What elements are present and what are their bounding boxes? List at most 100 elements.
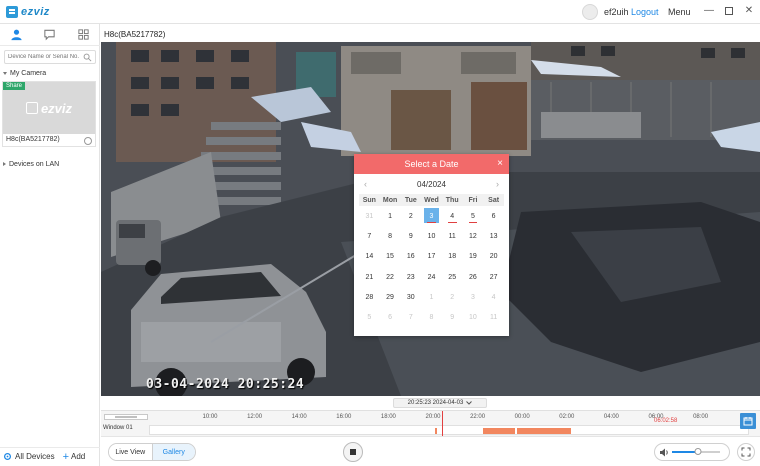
current-time-chip[interactable]: 20:25:23 2024-04-03	[393, 398, 487, 408]
ezviz-logo: ezviz	[6, 5, 50, 19]
calendar-day[interactable]: 11	[483, 307, 504, 327]
calendar-day-number: 7	[408, 314, 413, 322]
menu-button[interactable]: Menu	[668, 7, 691, 17]
calendar-day-number: 17	[427, 253, 436, 261]
recording-segment[interactable]	[435, 428, 437, 434]
tab-grid[interactable]	[67, 24, 100, 45]
minimize-icon[interactable]: —	[702, 4, 716, 18]
calendar-day[interactable]: 11	[442, 226, 463, 246]
recording-segment[interactable]	[517, 428, 571, 434]
calendar-day-number: 4	[491, 293, 496, 301]
calendar-day-selected[interactable]: 3	[421, 206, 442, 226]
calendar-day[interactable]: 6	[380, 307, 401, 327]
calendar-day[interactable]: 12	[463, 226, 484, 246]
live-view-button[interactable]: Live View	[109, 444, 152, 460]
clock-icon[interactable]	[84, 137, 92, 145]
calendar-day[interactable]: 4	[442, 206, 463, 226]
calendar-day[interactable]: 8	[380, 226, 401, 246]
calendar-grid: Sun Mon Tue Wed Thu Fri Sat 31 1 2 3 4 5 6 7 8 9 10 11 12 13…	[359, 194, 504, 328]
calendar-day[interactable]: 2	[442, 287, 463, 307]
calendar-day[interactable]: 22	[380, 267, 401, 287]
calendar-day[interactable]: 13	[483, 226, 504, 246]
timeline-tick-label: 10:00	[202, 414, 218, 420]
group-my-camera[interactable]: My Camera	[0, 67, 100, 79]
close-icon[interactable]: ✕	[742, 4, 756, 18]
camera-card[interactable]: ezviz Share H8c(BA5217782)	[2, 81, 96, 147]
calendar-day[interactable]: 9	[442, 307, 463, 327]
maximize-icon[interactable]	[722, 4, 736, 18]
calendar-day[interactable]: 21	[359, 267, 380, 287]
calendar-day[interactable]: 5	[359, 307, 380, 327]
close-icon[interactable]: ×	[497, 158, 503, 169]
calendar-day[interactable]: 31	[359, 206, 380, 226]
fullscreen-button[interactable]	[737, 443, 755, 461]
search-input[interactable]	[5, 54, 83, 60]
calendar-day-number: 30	[406, 293, 415, 301]
calendar-day[interactable]: 30	[400, 287, 421, 307]
calendar-day[interactable]: 2	[400, 206, 421, 226]
calendar-day-number: 14	[365, 253, 374, 261]
calendar-day[interactable]: 25	[442, 267, 463, 287]
calendar-day[interactable]: 15	[380, 247, 401, 267]
calendar-day[interactable]: 16	[400, 247, 421, 267]
playback-timeline[interactable]: 10:00 12:00 14:00 16:00 18:00 20:00 22:00 00:00…	[101, 410, 760, 437]
calendar-day[interactable]: 1	[421, 287, 442, 307]
current-time-label: 20:25:23 2024-04-03	[407, 400, 464, 406]
chevron-right-icon[interactable]: ›	[496, 179, 499, 189]
calendar-day[interactable]: 9	[400, 226, 421, 246]
gallery-button[interactable]: Gallery	[151, 444, 195, 460]
date-picker-title: Select a Date	[404, 159, 459, 169]
playhead[interactable]	[442, 411, 443, 437]
recording-segment[interactable]	[483, 428, 515, 434]
calendar-day[interactable]: 18	[442, 247, 463, 267]
calendar-day[interactable]: 20	[483, 247, 504, 267]
search-icon[interactable]	[83, 53, 92, 62]
group-devices-on-lan[interactable]: Devices on LAN	[0, 158, 100, 170]
calendar-day[interactable]: 19	[463, 247, 484, 267]
recording-track[interactable]	[149, 425, 749, 435]
fullscreen-icon	[741, 447, 751, 457]
calendar-day[interactable]: 23	[400, 267, 421, 287]
calendar-day[interactable]: 27	[483, 267, 504, 287]
avatar[interactable]	[582, 4, 598, 20]
chevron-left-icon[interactable]: ‹	[364, 179, 367, 189]
calendar-day[interactable]: 7	[400, 307, 421, 327]
all-devices-button[interactable]: All Devices	[0, 452, 55, 461]
logout-link[interactable]: Logout	[631, 7, 659, 17]
calendar-day-number: 2	[450, 293, 455, 301]
calendar-day[interactable]: 4	[483, 287, 504, 307]
calendar-day[interactable]: 28	[359, 287, 380, 307]
thumb-brand: ezviz	[40, 100, 73, 116]
speaker-icon[interactable]	[659, 448, 669, 457]
calendar-day-number: 8	[429, 314, 434, 322]
volume-slider[interactable]	[672, 448, 720, 455]
stop-button[interactable]	[343, 442, 363, 462]
calendar-day[interactable]: 10	[463, 307, 484, 327]
tab-devices[interactable]	[0, 24, 33, 45]
calendar-day[interactable]: 14	[359, 247, 380, 267]
volume-knob[interactable]	[694, 448, 702, 455]
sidebar-tabs	[0, 24, 100, 46]
calendar-day[interactable]: 1	[380, 206, 401, 226]
timeline-zoom-control[interactable]	[104, 414, 148, 420]
calendar-day[interactable]: 8	[421, 307, 442, 327]
calendar-day[interactable]: 6	[483, 206, 504, 226]
calendar-button[interactable]	[740, 413, 756, 429]
calendar-day[interactable]: 10	[421, 226, 442, 246]
calendar-day[interactable]: 24	[421, 267, 442, 287]
calendar-day[interactable]: 17	[421, 247, 442, 267]
camera-thumbnail[interactable]: ezviz Share	[3, 82, 95, 134]
calendar-day[interactable]: 5	[463, 206, 484, 226]
calendar-day[interactable]: 3	[463, 287, 484, 307]
calendar-day-number: 7	[367, 232, 372, 240]
calendar-day[interactable]: 7	[359, 226, 380, 246]
calendar-day[interactable]: 29	[380, 287, 401, 307]
calendar-icon	[743, 417, 753, 426]
username[interactable]: ef2uih	[604, 7, 629, 17]
tab-messages[interactable]	[33, 24, 66, 45]
calendar-day-number: 25	[448, 273, 457, 281]
group-my-camera-label: My Camera	[10, 69, 47, 77]
add-device-button[interactable]: + Add	[63, 451, 86, 462]
calendar-day-number: 3	[470, 293, 475, 301]
calendar-day[interactable]: 26	[463, 267, 484, 287]
